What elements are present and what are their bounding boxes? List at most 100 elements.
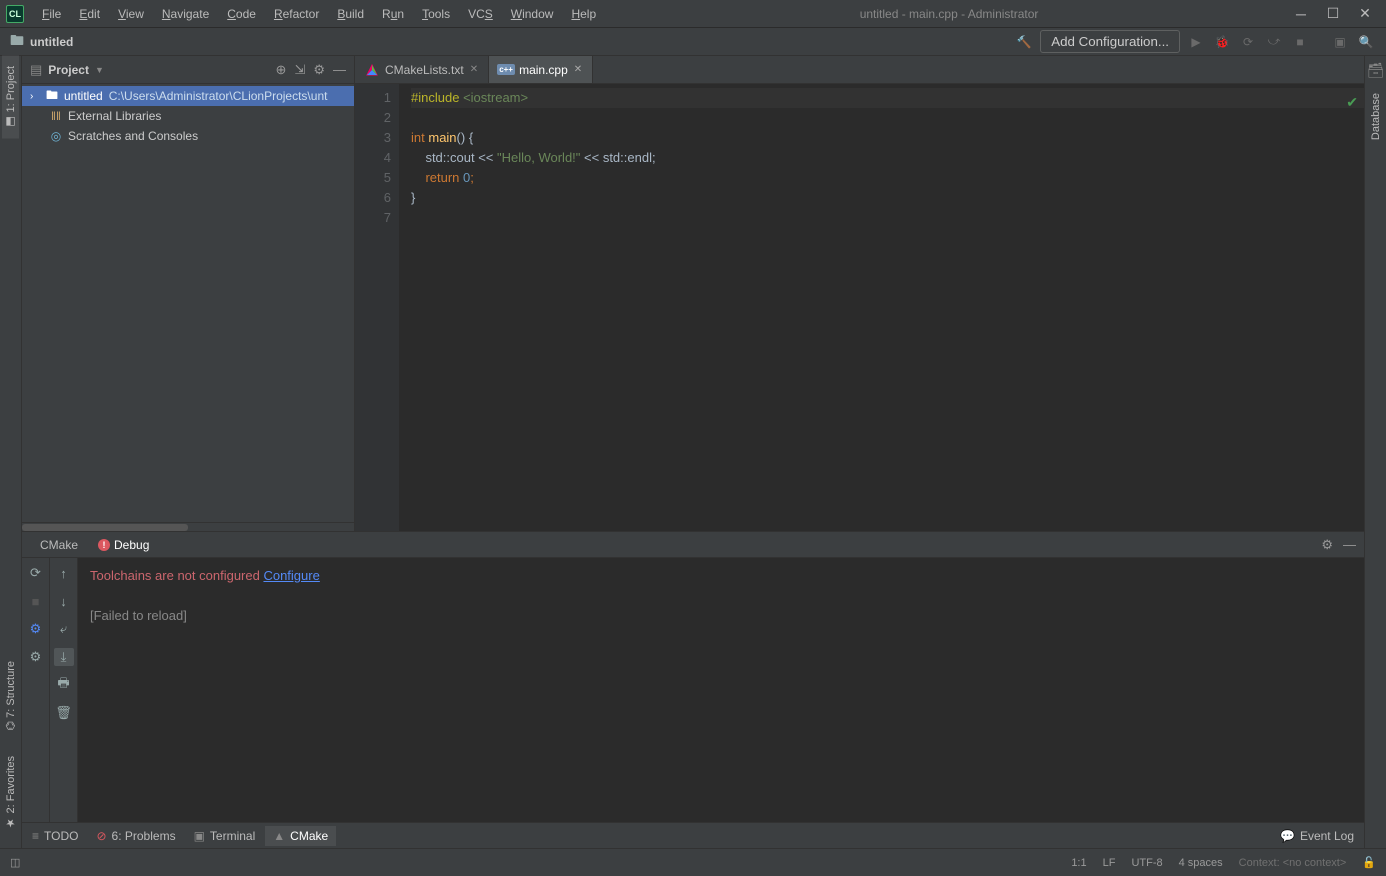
- stripe-structure[interactable]: ⌬ 7: Structure: [2, 651, 19, 741]
- tree-root-label: untitled: [64, 89, 103, 103]
- soft-wrap-icon[interactable]: ⤶: [54, 620, 74, 638]
- btab-problems[interactable]: ⊘6: Problems: [96, 829, 175, 843]
- run-icon[interactable]: ▶: [1186, 32, 1206, 52]
- tool-hide-icon[interactable]: —: [1343, 537, 1356, 553]
- line-number[interactable]: 6: [359, 188, 391, 208]
- menu-file[interactable]: File: [34, 3, 69, 25]
- project-scrollbar-horizontal[interactable]: [22, 522, 354, 531]
- status-context[interactable]: Context: <no context>: [1239, 857, 1347, 869]
- cmake-file-icon: [365, 63, 379, 77]
- menu-refactor[interactable]: Refactor: [266, 3, 327, 25]
- nav-project-name[interactable]: untitled: [30, 35, 73, 49]
- maximize-button[interactable]: ☐: [1326, 7, 1340, 21]
- folder-icon: 🖿: [44, 86, 60, 106]
- analysis-ok-icon[interactable]: ✔: [1346, 92, 1358, 112]
- coverage-icon[interactable]: ⟳: [1238, 32, 1258, 52]
- reload-failed-message: [Failed to reload]: [90, 606, 1352, 626]
- close-button[interactable]: ✕: [1358, 7, 1372, 21]
- cmake-options-icon[interactable]: ⚙: [26, 648, 46, 666]
- cpp-file-icon: c++: [499, 63, 513, 77]
- reload-icon[interactable]: ⟳: [26, 564, 46, 582]
- status-encoding[interactable]: UTF-8: [1131, 857, 1162, 869]
- status-bar: ◫ 1:1 LF UTF-8 4 spaces Context: <no con…: [0, 848, 1386, 876]
- tab-main-cpp[interactable]: c++ main.cpp ✕: [489, 56, 593, 83]
- line-number[interactable]: 2: [359, 108, 391, 128]
- tree-external-libraries[interactable]: ‖‖ External Libraries: [22, 106, 354, 126]
- line-gutter[interactable]: 1 2 3 4 5 6 7: [355, 84, 399, 531]
- tree-scratches[interactable]: ◎ Scratches and Consoles: [22, 126, 354, 146]
- settings-icon[interactable]: ⚙: [313, 62, 325, 78]
- scrollbar-thumb[interactable]: [22, 524, 188, 531]
- clear-icon[interactable]: 🗑: [54, 704, 74, 722]
- status-lock-icon[interactable]: 🔓: [1362, 856, 1376, 869]
- build-icon[interactable]: 🔨: [1014, 32, 1034, 52]
- tree-item-label: External Libraries: [68, 109, 161, 123]
- tab-cmakelists[interactable]: CMakeLists.txt ✕: [355, 56, 489, 83]
- menu-window[interactable]: Window: [503, 3, 562, 25]
- line-number[interactable]: 3: [359, 128, 391, 148]
- configure-link[interactable]: Configure: [263, 568, 319, 583]
- stop-icon[interactable]: ■: [26, 592, 46, 610]
- down-icon[interactable]: ↓: [54, 592, 74, 610]
- btab-terminal[interactable]: ▣Terminal: [194, 829, 256, 843]
- project-tool-window: ▤ Project ▼ ⊕ ⇲ ⚙ — › 🖿 untitled C:\User…: [22, 56, 355, 531]
- code-area[interactable]: ✔ #include <iostream> int main() { std::…: [399, 84, 1364, 531]
- close-icon[interactable]: ✕: [574, 64, 582, 75]
- project-dropdown-icon[interactable]: ▼: [95, 65, 104, 75]
- close-icon[interactable]: ✕: [470, 64, 478, 75]
- menu-edit[interactable]: Edit: [71, 3, 108, 25]
- line-number[interactable]: 1: [359, 88, 391, 108]
- editor: CMakeLists.txt ✕ c++ main.cpp ✕ 1 2 3 4 …: [355, 56, 1364, 531]
- btab-todo[interactable]: ≡TODO: [32, 829, 78, 843]
- tool-settings-icon[interactable]: ⚙: [1321, 537, 1333, 553]
- status-line-separator[interactable]: LF: [1103, 857, 1116, 869]
- line-number[interactable]: 5: [359, 168, 391, 188]
- add-configuration-button[interactable]: Add Configuration...: [1040, 30, 1180, 53]
- tool-tab-debug[interactable]: ! Debug: [88, 534, 159, 556]
- chevron-right-icon[interactable]: ›: [30, 91, 44, 102]
- btab-cmake[interactable]: ▲CMake: [265, 826, 336, 846]
- cmake-settings-icon[interactable]: ⚙: [26, 620, 46, 638]
- tool-tab-label: Debug: [114, 538, 149, 552]
- status-indent[interactable]: 4 spaces: [1179, 857, 1223, 869]
- window-title: untitled - main.cpp - Administrator: [604, 7, 1294, 21]
- up-icon[interactable]: ↑: [54, 564, 74, 582]
- debug-icon[interactable]: 🐞: [1212, 32, 1232, 52]
- menu-view[interactable]: View: [110, 3, 152, 25]
- select-opened-file-icon[interactable]: ⊕: [276, 62, 287, 78]
- editor-body[interactable]: 1 2 3 4 5 6 7 ✔ #include <iostream> int …: [355, 84, 1364, 531]
- print-icon[interactable]: 🖶: [54, 676, 74, 694]
- hide-icon[interactable]: —: [333, 62, 346, 78]
- line-number[interactable]: 7: [359, 208, 391, 228]
- search-everywhere-icon[interactable]: 🔍: [1356, 32, 1376, 52]
- window-controls: ─ ☐ ✕: [1294, 7, 1380, 21]
- profile-icon[interactable]: ⤻: [1264, 32, 1284, 52]
- tool-tab-cmake[interactable]: CMake: [30, 534, 88, 556]
- stripe-database[interactable]: Database: [1368, 83, 1384, 150]
- main-menu: File Edit View Navigate Code Refactor Bu…: [34, 3, 604, 25]
- status-caret-position[interactable]: 1:1: [1071, 857, 1086, 869]
- stripe-favorites[interactable]: ★ 2: Favorites: [2, 746, 19, 840]
- stripe-project[interactable]: ◨ 1: Project: [2, 56, 19, 139]
- menu-code[interactable]: Code: [219, 3, 264, 25]
- menu-navigate[interactable]: Navigate: [154, 3, 217, 25]
- stop-icon[interactable]: ■: [1290, 32, 1310, 52]
- menu-build[interactable]: Build: [329, 3, 372, 25]
- menu-vcs[interactable]: VCS: [460, 3, 501, 25]
- bottom-tool-tabs: ≡TODO ⊘6: Problems ▣Terminal ▲CMake 💬Eve…: [22, 822, 1364, 848]
- menu-run[interactable]: Run: [374, 3, 412, 25]
- layout-icon[interactable]: ▣: [1330, 32, 1350, 52]
- btab-event-log[interactable]: 💬Event Log: [1280, 829, 1354, 843]
- menu-help[interactable]: Help: [563, 3, 604, 25]
- project-panel-title[interactable]: Project: [48, 63, 89, 77]
- line-number[interactable]: 4: [359, 148, 391, 168]
- project-tree[interactable]: › 🖿 untitled C:\Users\Administrator\CLio…: [22, 84, 354, 522]
- scroll-end-icon[interactable]: ⤓: [54, 648, 74, 666]
- tree-root[interactable]: › 🖿 untitled C:\Users\Administrator\CLio…: [22, 86, 354, 106]
- editor-tabs: CMakeLists.txt ✕ c++ main.cpp ✕: [355, 56, 1364, 84]
- minimize-button[interactable]: ─: [1294, 7, 1308, 21]
- menu-tools[interactable]: Tools: [414, 3, 458, 25]
- status-tool-windows-icon[interactable]: ◫: [10, 856, 20, 869]
- tool-output[interactable]: Toolchains are not configured Configure …: [78, 558, 1364, 822]
- expand-all-icon[interactable]: ⇲: [294, 62, 305, 78]
